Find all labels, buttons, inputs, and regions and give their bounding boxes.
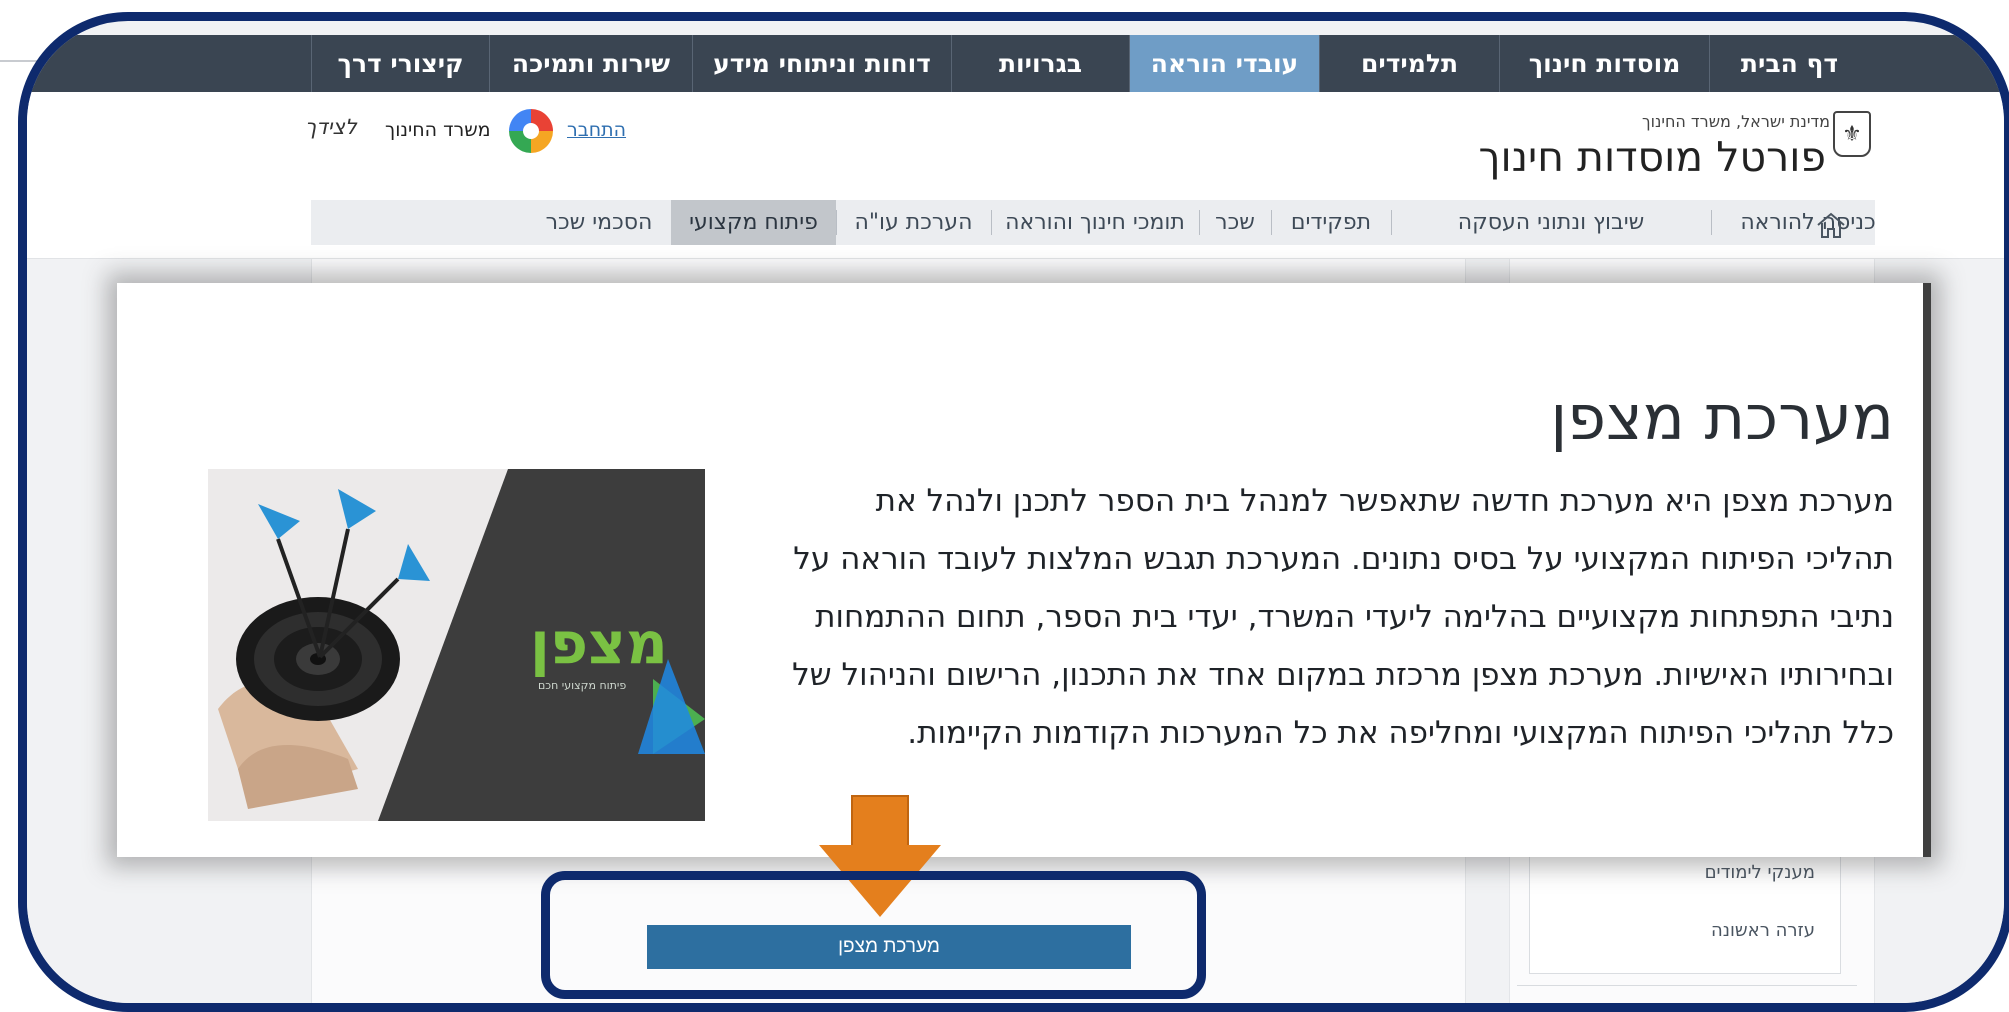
sub-nav-item-salary[interactable]: שכר bbox=[1199, 200, 1271, 245]
highlight-frame bbox=[541, 871, 1206, 999]
sub-nav-item-roles[interactable]: תפקידים bbox=[1271, 200, 1391, 245]
sidebar-link-study-grants[interactable]: מענקי לימודים bbox=[1705, 862, 1815, 883]
state-emblem-icon: ⚜ bbox=[1833, 111, 1871, 157]
sub-nav-item-entry[interactable]: כניסה להוראה bbox=[1711, 200, 1905, 245]
top-nav-item-home[interactable]: דף הבית bbox=[1709, 35, 1869, 92]
top-nav-item-support[interactable]: שירות ותמיכה bbox=[489, 35, 692, 92]
sub-nav: כניסה להוראה שיבוץ ונתוני העסקה תפקידים … bbox=[311, 200, 1876, 245]
sidebar-link-partial[interactable]: הסכמי שכר bbox=[1761, 999, 1848, 1003]
image-logo-text: מצפן bbox=[530, 609, 668, 677]
ministry-name: משרד החינוך bbox=[385, 119, 491, 141]
card-description: מערכת מצפן היא מערכת חדשה שתאפשר למנהל ב… bbox=[792, 483, 1894, 751]
sub-nav-item-evaluation[interactable]: הערכת עו"ה bbox=[836, 200, 991, 245]
home-icon[interactable] bbox=[1815, 211, 1847, 239]
orange-arrow-shaft bbox=[851, 795, 909, 847]
top-nav-item-matriculation[interactable]: בגרויות bbox=[951, 35, 1129, 92]
portal-title: פורטל מוסדות חינוך bbox=[1478, 133, 1826, 181]
top-nav-item-institutions[interactable]: מוסדות חינוך bbox=[1499, 35, 1709, 92]
top-nav-item-reports[interactable]: דוחות וניתוחי מידע bbox=[692, 35, 951, 92]
sidebar-link-first-aid[interactable]: עזרה ראשונה bbox=[1711, 920, 1815, 941]
image-logo-subtitle: פיתוח מקצועי חכם bbox=[538, 679, 627, 692]
top-nav-item-teachers[interactable]: עובדי הוראה bbox=[1129, 35, 1319, 92]
sub-nav-item-salary-agreements[interactable]: הסכמי שכר bbox=[527, 200, 671, 245]
sub-nav-item-support-staff[interactable]: תומכי חינוך והוראה bbox=[991, 200, 1199, 245]
top-nav-item-students[interactable]: תלמידים bbox=[1319, 35, 1499, 92]
page-canvas: דף הבית מוסדות חינוך תלמידים עובדי הוראה… bbox=[27, 21, 2004, 1003]
state-line: מדינת ישראל, משרד החינוך bbox=[1642, 112, 1830, 131]
top-nav: דף הבית מוסדות חינוך תלמידים עובדי הוראה… bbox=[27, 35, 2004, 92]
sub-nav-item-professional-development[interactable]: פיתוח מקצועי bbox=[671, 200, 836, 245]
sub-nav-item-placement[interactable]: שיבוץ ונתוני העסקה bbox=[1391, 200, 1711, 245]
screenshot-frame: דף הבית מוסדות חינוך תלמידים עובדי הוראה… bbox=[18, 12, 2009, 1012]
ministry-logo-icon bbox=[509, 109, 553, 153]
top-nav-item-shortcuts[interactable]: קיצורי דרך bbox=[311, 35, 489, 92]
matzpen-promo-image: מצפן פיתוח מקצועי חכם bbox=[208, 469, 705, 821]
ministry-tagline: לצידך bbox=[305, 115, 357, 139]
sidebar-links-box bbox=[1529, 839, 1841, 974]
card-title: מערכת מצפן bbox=[1550, 380, 1894, 454]
login-link[interactable]: התחבר bbox=[567, 119, 626, 141]
sidebar-divider bbox=[1517, 985, 1857, 986]
